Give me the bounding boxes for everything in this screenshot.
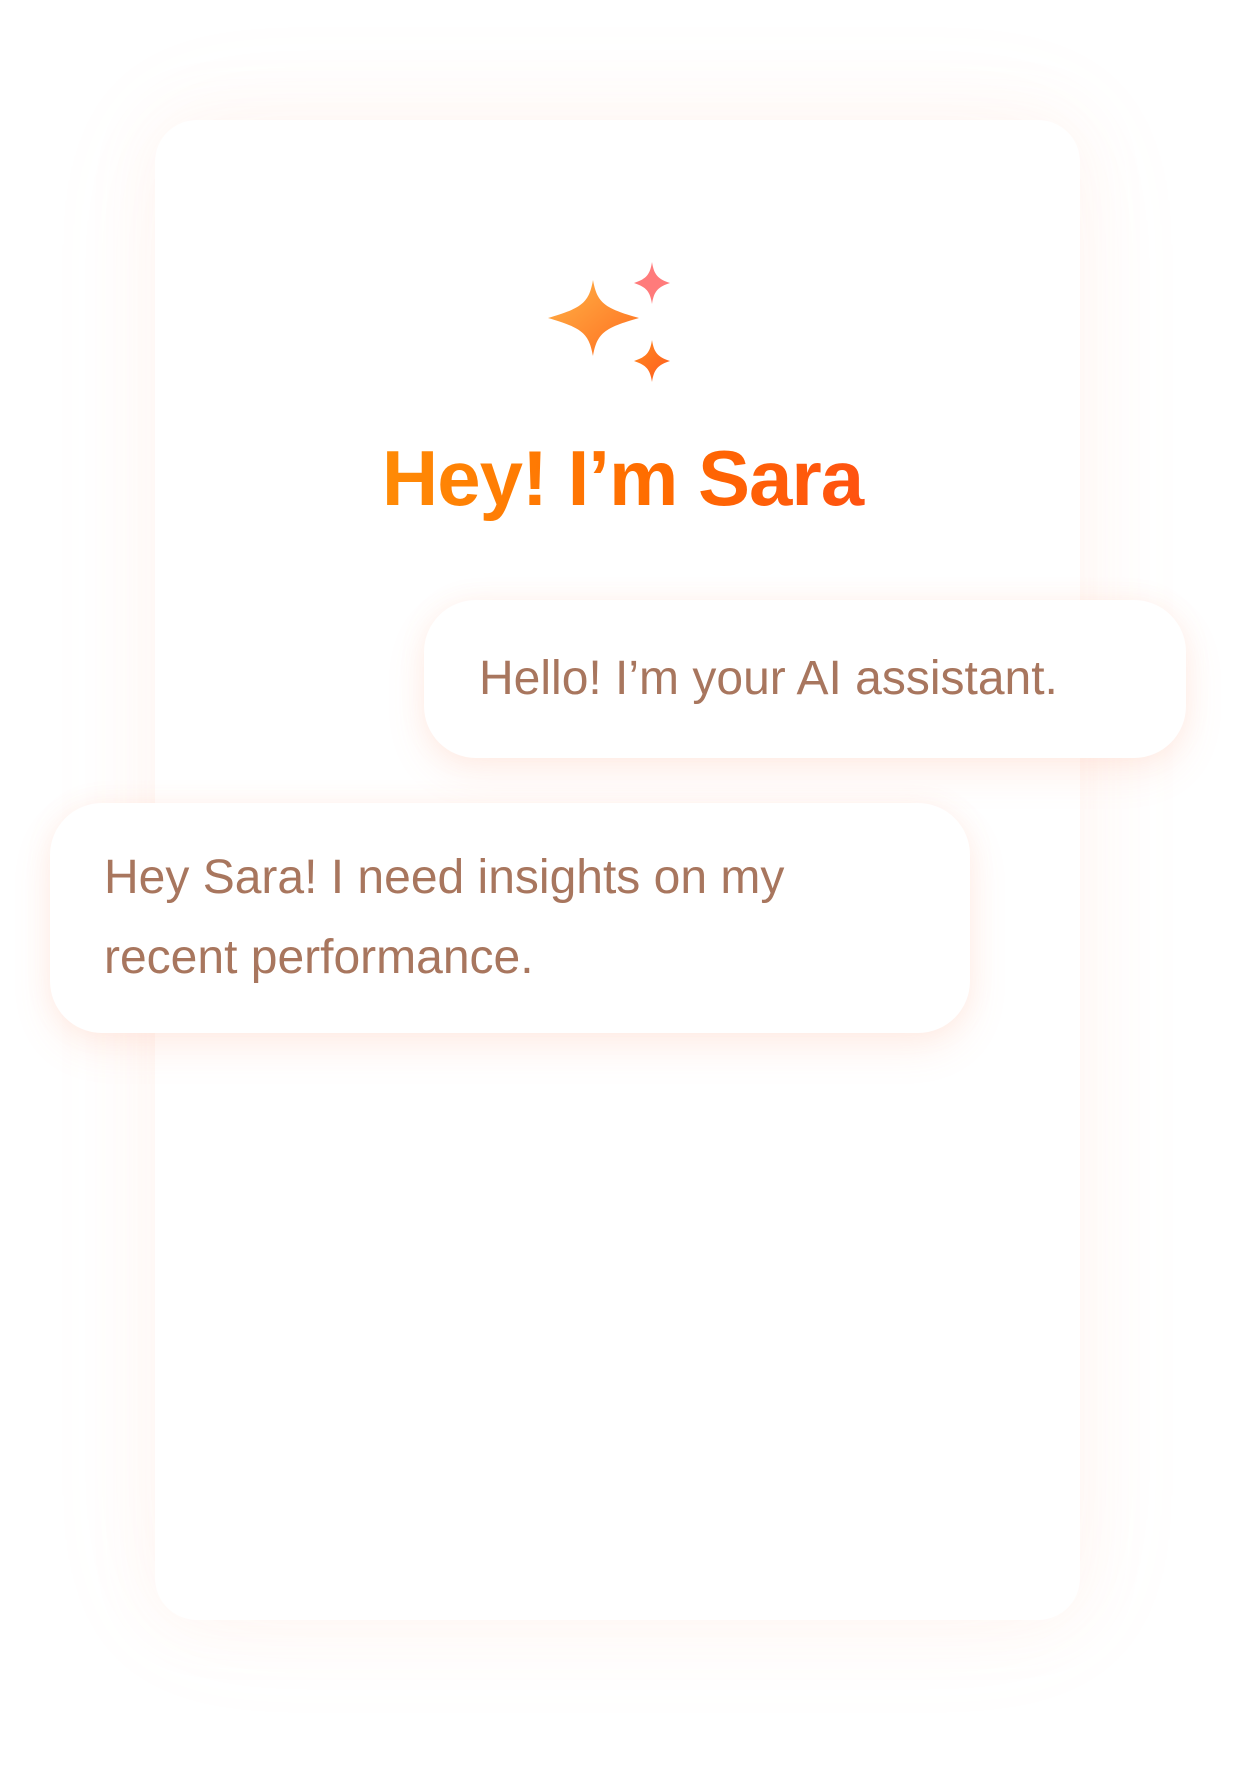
assistant-message-text: Hello! I’m your AI assistant. — [479, 652, 1058, 705]
assistant-message-bubble: Hello! I’m your AI assistant. — [424, 600, 1186, 758]
user-message-bubble: Hey Sara! I need insights on my recent p… — [50, 803, 970, 1033]
assistant-greeting-title: Hey! I’m Sara — [200, 432, 1045, 524]
screen: Hey! I’m Sara Hello! I’m your AI assista… — [0, 0, 1245, 1780]
sparkles-icon — [548, 262, 680, 394]
user-message-text: Hey Sara! I need insights on my recent p… — [104, 851, 785, 984]
